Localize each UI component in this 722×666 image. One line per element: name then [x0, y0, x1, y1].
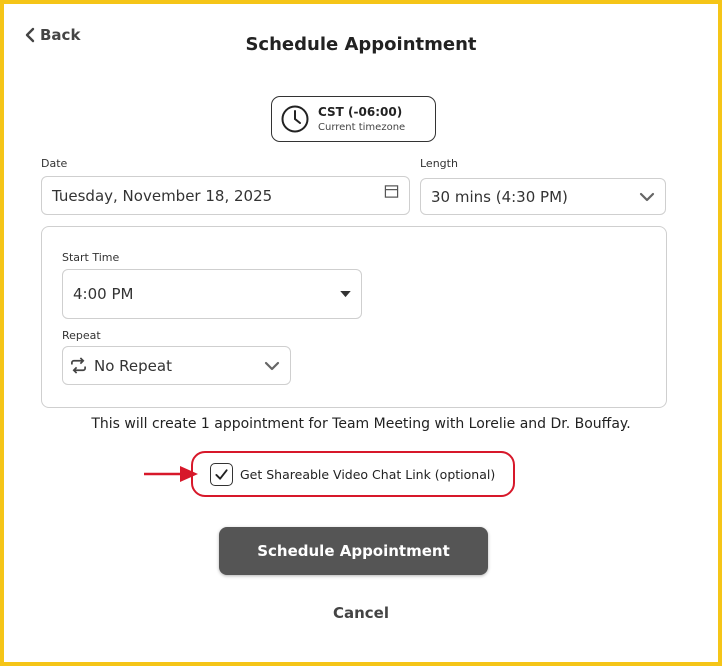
repeat-select[interactable]: No Repeat	[62, 346, 291, 385]
video-link-label[interactable]: Get Shareable Video Chat Link (optional)	[240, 467, 495, 482]
repeat-icon	[71, 357, 86, 374]
length-value: 30 mins (4:30 PM)	[431, 187, 568, 206]
appointment-summary: This will create 1 appointment for Team …	[91, 416, 631, 432]
start-time-label: Start Time	[62, 251, 120, 264]
length-select[interactable]: 30 mins (4:30 PM)	[420, 178, 666, 215]
calendar-icon[interactable]	[384, 184, 399, 199]
clock-icon	[281, 105, 309, 133]
timezone-badge[interactable]: CST (-06:00) Current timezone	[271, 96, 436, 142]
checkmark-icon	[215, 469, 228, 480]
start-time-value: 4:00 PM	[73, 285, 134, 303]
caret-down-icon	[340, 290, 351, 297]
date-label: Date	[41, 157, 68, 170]
page-title: Schedule Appointment	[245, 34, 477, 55]
date-value: Tuesday, November 18, 2025	[52, 186, 273, 205]
timezone-name: CST (-06:00)	[318, 105, 403, 119]
page-frame: Back Schedule Appointment CST (-06:00) C…	[4, 4, 718, 662]
schedule-appointment-button[interactable]: Schedule Appointment	[219, 527, 488, 575]
repeat-value: No Repeat	[94, 356, 172, 375]
length-label: Length	[420, 157, 458, 170]
chevron-down-icon	[639, 192, 655, 201]
start-time-select[interactable]: 4:00 PM	[62, 269, 362, 319]
chevron-down-icon	[264, 361, 280, 370]
video-link-checkbox[interactable]	[210, 463, 233, 486]
cancel-button[interactable]: Cancel	[4, 604, 718, 622]
date-field[interactable]: Tuesday, November 18, 2025	[41, 176, 410, 215]
repeat-label: Repeat	[62, 329, 101, 342]
timezone-caption: Current timezone	[318, 122, 406, 133]
